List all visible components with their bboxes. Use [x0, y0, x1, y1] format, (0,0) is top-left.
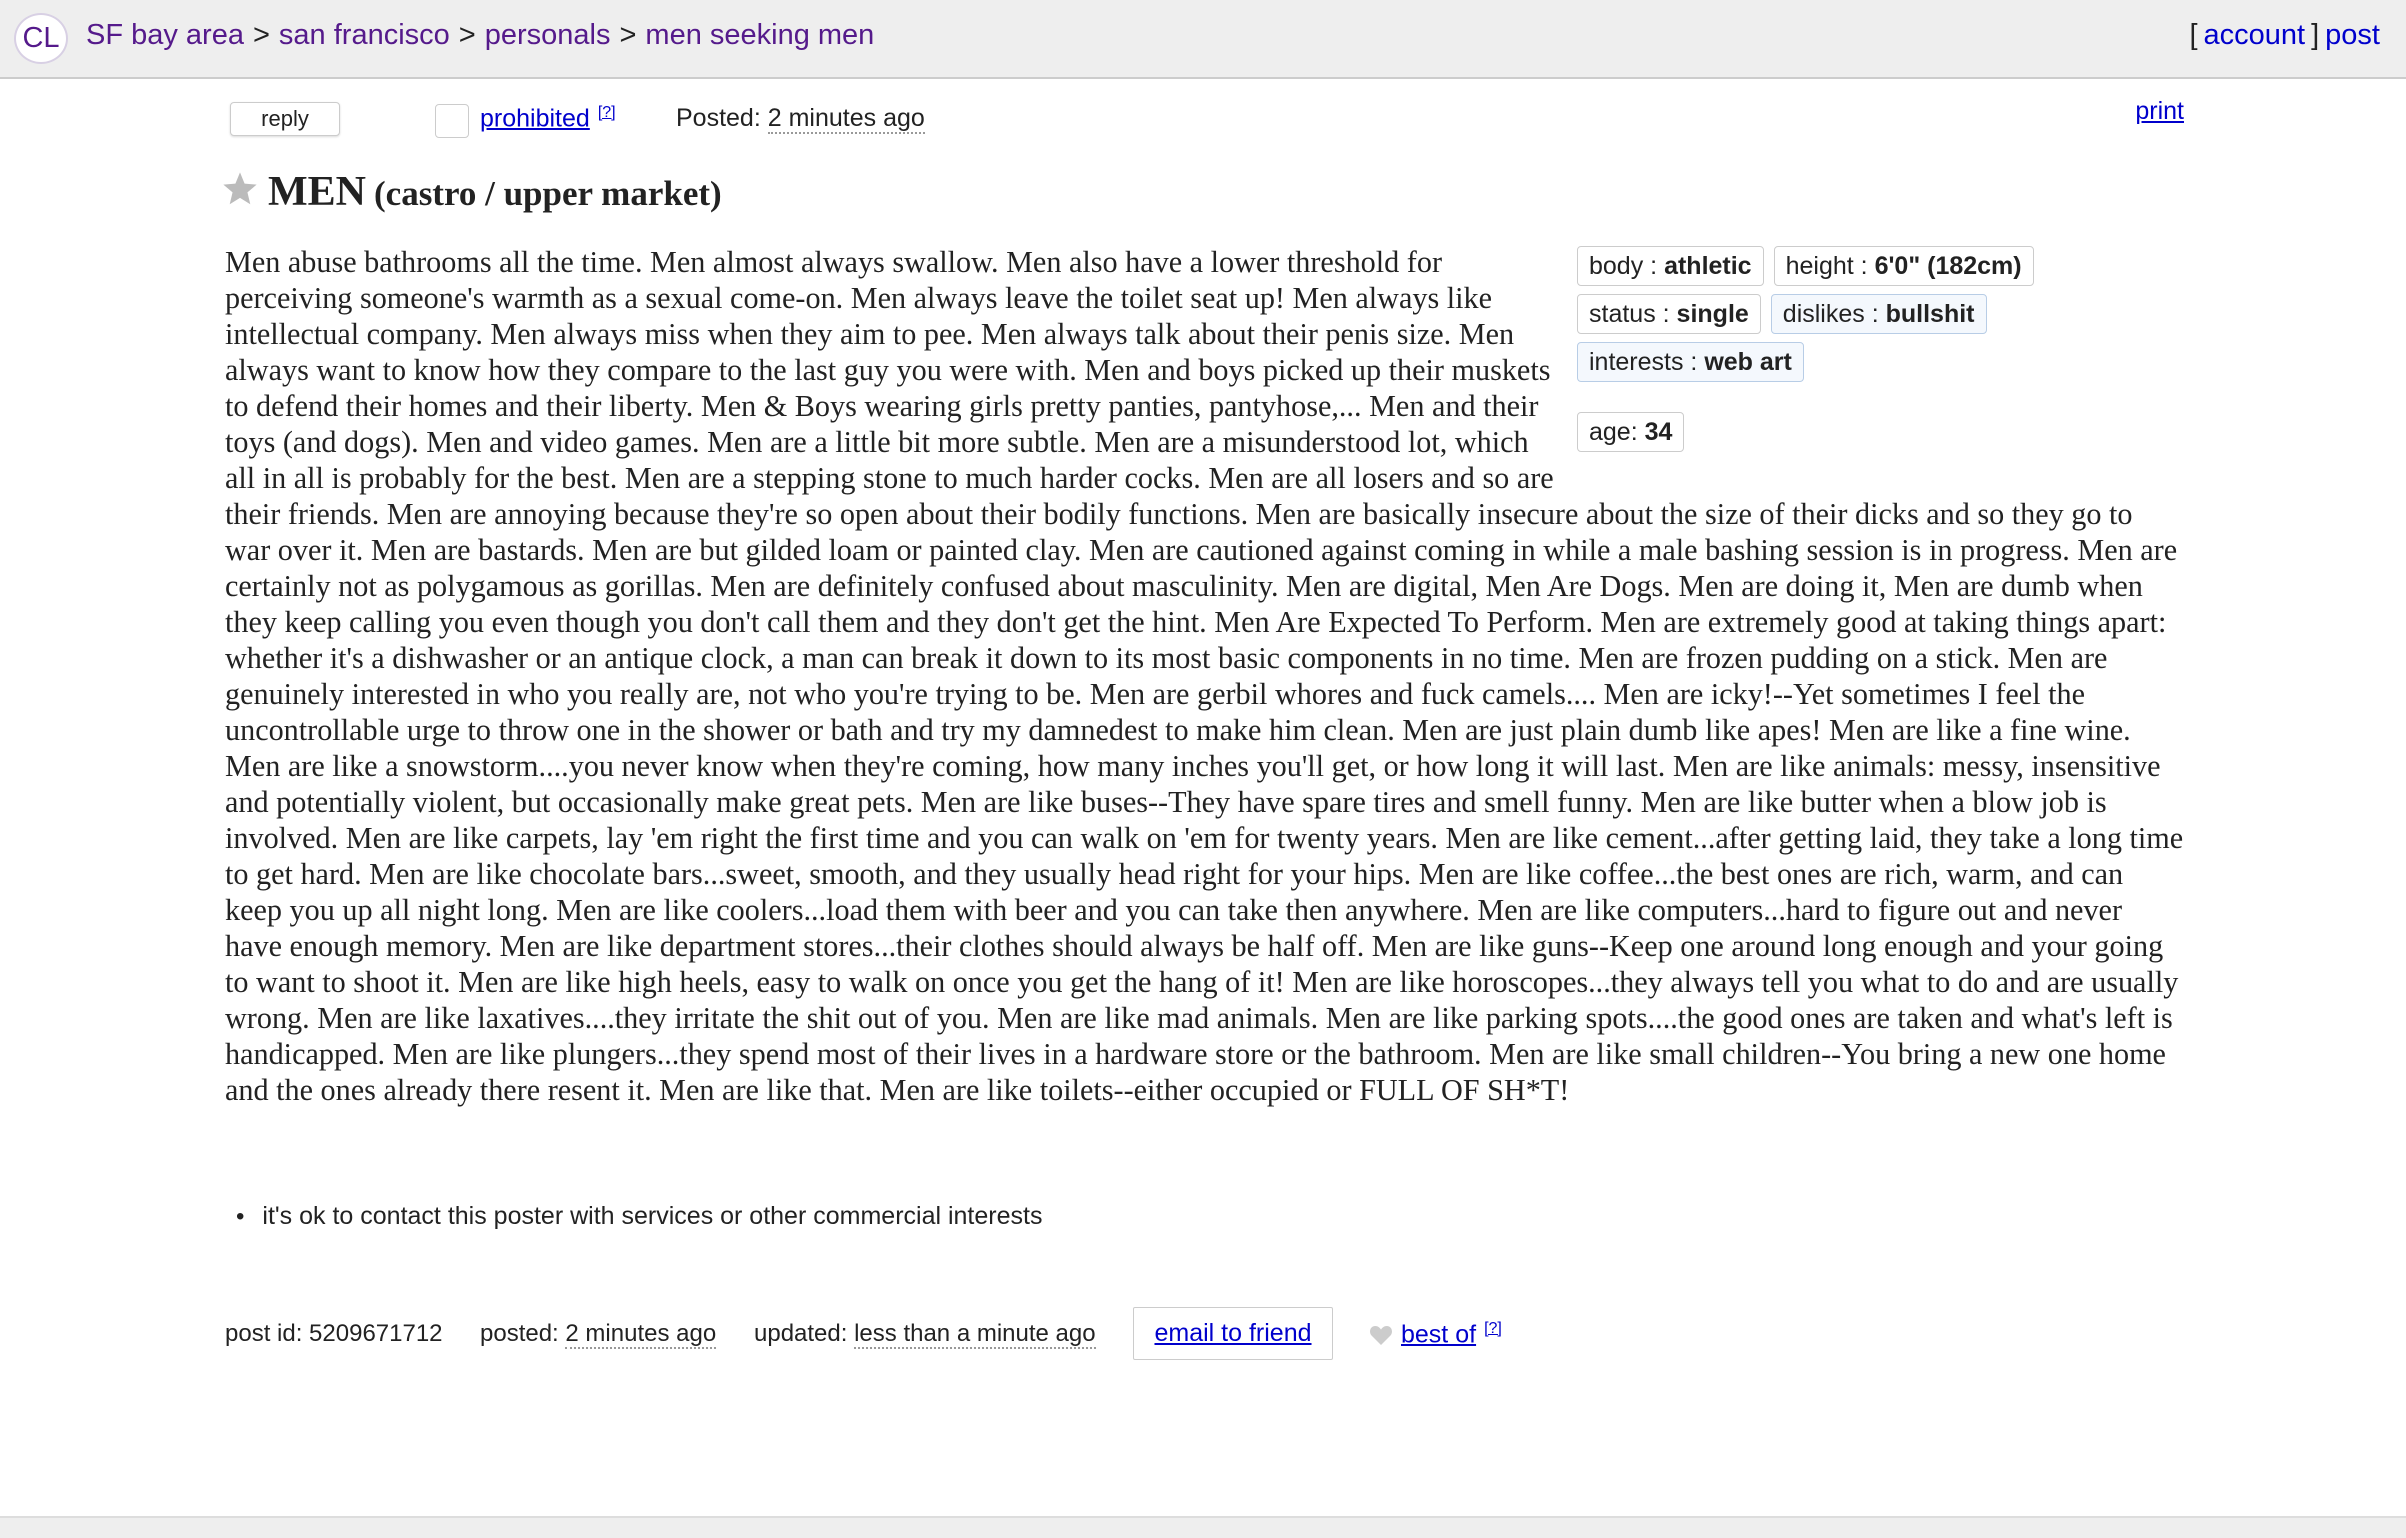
- attr-label: age:: [1589, 418, 1638, 446]
- attr-value: 34: [1644, 418, 1673, 446]
- breadcrumb-san-francisco[interactable]: san francisco: [279, 19, 450, 51]
- breadcrumb-separator: >: [619, 19, 637, 51]
- attr-value: bullshit: [1885, 300, 1975, 328]
- attr-interests: interests : web art: [1577, 342, 1804, 382]
- attr-value: web art: [1704, 348, 1792, 376]
- best-of: best of [?]: [1401, 1320, 1502, 1349]
- attr-height: height : 6'0" (182cm): [1773, 246, 2034, 286]
- posting-title-text: MEN: [268, 169, 366, 215]
- breadcrumb: SF bay area > san francisco > personals > men …: [86, 19, 874, 52]
- posted-info-time: 2 minutes ago: [565, 1320, 717, 1349]
- post-id: post id: 5209671712: [225, 1320, 443, 1347]
- reply-button[interactable]: reply: [230, 102, 340, 136]
- posted-info: posted: 2 minutes ago: [480, 1320, 717, 1349]
- attribute-groups: body : athletic height : 6'0" (182cm) sta…: [1577, 246, 2197, 460]
- posting-body: body : athletic height : 6'0" (182cm) sta…: [225, 244, 2185, 1108]
- attr-spacer: [1577, 390, 2197, 412]
- updated-info-time: less than a minute ago: [854, 1320, 1096, 1349]
- footer-bar: [0, 1516, 2406, 1538]
- bracket-open: [: [2189, 19, 2198, 51]
- attr-label: height :: [1785, 252, 1868, 280]
- attr-dislikes: dislikes : bullshit: [1770, 294, 1987, 334]
- craigslist-logo[interactable]: CL: [14, 13, 68, 64]
- attr-label: status :: [1589, 300, 1670, 328]
- notices-list: it's ok to contact this poster with serv…: [236, 1202, 1042, 1231]
- posted-info-label: posted:: [480, 1320, 559, 1347]
- flag-prohibited: prohibited [?]: [480, 104, 616, 133]
- email-to-friend-button[interactable]: email to friend: [1133, 1307, 1333, 1360]
- attr-status: status : single: [1577, 294, 1761, 334]
- favorite-star-icon[interactable]: [221, 170, 259, 208]
- attr-value: single: [1676, 300, 1749, 328]
- attr-age: age: 34: [1577, 412, 1685, 452]
- notice-item: it's ok to contact this poster with serv…: [236, 1202, 1042, 1231]
- attr-label: body :: [1589, 252, 1658, 280]
- posted-date: Posted: 2 minutes ago: [676, 104, 925, 134]
- prohibited-help-link[interactable]: [?]: [598, 104, 616, 121]
- attr-body: body : athletic: [1577, 246, 1764, 286]
- user-links: [account] post: [2183, 19, 2380, 52]
- post-link[interactable]: post: [2325, 19, 2380, 51]
- breadcrumb-personals[interactable]: personals: [485, 19, 611, 51]
- breadcrumb-separator: >: [252, 19, 270, 51]
- attr-value: 6'0" (182cm): [1874, 252, 2022, 280]
- attr-label: dislikes :: [1782, 300, 1879, 328]
- breadcrumb-sf-bay-area[interactable]: SF bay area: [86, 19, 244, 51]
- header-bar: CL SF bay area > san francisco > personals > m…: [0, 0, 2406, 79]
- heart-icon: [1370, 1326, 1392, 1345]
- print-link[interactable]: print: [2135, 97, 2184, 126]
- account-link[interactable]: account: [2204, 19, 2306, 51]
- attr-value: athletic: [1664, 252, 1752, 280]
- posted-time: 2 minutes ago: [767, 104, 925, 134]
- posting-title: MEN (castro / upper market): [268, 168, 722, 216]
- bracket-close: ]: [2311, 19, 2320, 51]
- breadcrumb-men-seeking-men[interactable]: men seeking men: [645, 19, 874, 51]
- best-of-link[interactable]: best of: [1401, 1320, 1476, 1348]
- best-of-help-link[interactable]: [?]: [1484, 1320, 1502, 1337]
- attr-label: interests :: [1589, 348, 1698, 376]
- updated-info: updated: less than a minute ago: [754, 1320, 1096, 1349]
- flag-prohibited-checkbox[interactable]: [435, 104, 469, 138]
- prohibited-link[interactable]: prohibited: [480, 104, 590, 132]
- posted-label: Posted:: [676, 104, 761, 132]
- updated-info-label: updated:: [754, 1320, 848, 1347]
- breadcrumb-separator: >: [458, 19, 476, 51]
- posting-location: (castro / upper market): [374, 174, 722, 213]
